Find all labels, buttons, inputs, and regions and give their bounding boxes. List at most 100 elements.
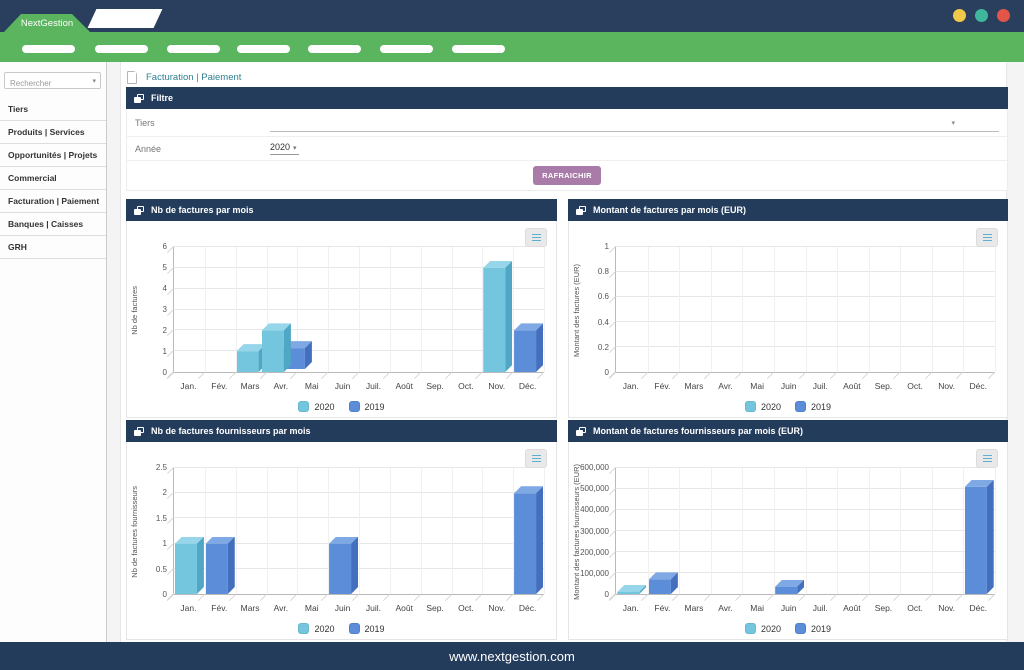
- axis-3d-tick: [862, 372, 869, 379]
- axis-3d-tick: [609, 372, 616, 379]
- refresh-button[interactable]: RAFRAICHIR: [533, 166, 601, 185]
- x-tick-label: Mars: [678, 381, 710, 391]
- axis-3d-tick: [956, 594, 963, 601]
- plot-area: [615, 247, 995, 373]
- bar-2020-Avr.: [262, 323, 291, 372]
- x-tick-label: Nov.: [931, 603, 963, 613]
- nav-pill-6[interactable]: [380, 45, 433, 53]
- chart-menu-button[interactable]: [525, 228, 547, 247]
- nav-pill-5[interactable]: [308, 45, 361, 53]
- chevron-down-icon[interactable]: ▾: [92, 77, 96, 85]
- filter-panel-header: Filtre: [126, 87, 1008, 109]
- gridline-v: [995, 247, 996, 372]
- axis-3d-tick: [830, 594, 837, 601]
- y-tick-label: 1.5: [156, 514, 167, 523]
- filter-row-annee: Année 2020▾: [127, 137, 1007, 161]
- brand-logo[interactable]: NextGestion: [4, 14, 90, 32]
- chart-legend: 2020 2019: [127, 401, 556, 412]
- legend-item-2019[interactable]: 2019: [349, 623, 385, 634]
- x-tick-label: Mai: [296, 603, 327, 613]
- sidebar-item-tiers[interactable]: Tiers: [0, 98, 106, 121]
- gridline-v: [544, 247, 545, 372]
- chart-title: Montant de factures fournisseurs par moi…: [593, 426, 803, 436]
- x-tick-label: Fév.: [647, 381, 679, 391]
- axis-3d-tick: [290, 594, 297, 601]
- legend-item-2019[interactable]: 2019: [795, 623, 831, 634]
- x-tick-label: Juil.: [805, 381, 837, 391]
- y-tick-label: 0.2: [598, 343, 609, 352]
- x-tick-label: Déc.: [962, 603, 994, 613]
- nav-pill-4[interactable]: [237, 45, 290, 53]
- x-tick-label: Juil.: [805, 603, 837, 613]
- gridline-v: [869, 247, 870, 372]
- chart-body: Nb de factures fournisseurs 00.511.522.5…: [126, 442, 557, 640]
- sidebar-item-facturation-paiement[interactable]: Facturation | Paiement: [0, 190, 106, 213]
- axis-3d-tick: [414, 594, 421, 601]
- bar-2020-Jan.: [617, 585, 646, 594]
- sidebar-item-produits-services[interactable]: Produits | Services: [0, 121, 106, 144]
- axis-3d-tick: [735, 372, 742, 379]
- x-tick-label: Jan.: [173, 381, 204, 391]
- document-icon: [127, 71, 137, 84]
- footer-url: www.nextgestion.com: [449, 649, 575, 664]
- x-tick-label: Déc.: [512, 381, 543, 391]
- x-tick-label: Déc.: [512, 603, 543, 613]
- y-tick-label: 1: [163, 347, 167, 356]
- nav-pill-1[interactable]: [22, 45, 75, 53]
- legend-item-2020[interactable]: 2020: [745, 401, 781, 412]
- gridline-v: [995, 468, 996, 594]
- legend-label: 2020: [314, 624, 334, 634]
- gridline-v: [297, 468, 298, 594]
- y-tick-label: 600,000: [580, 463, 609, 472]
- legend-item-2020[interactable]: 2020: [745, 623, 781, 634]
- chart-title: Nb de factures fournisseurs par mois: [151, 426, 311, 436]
- x-tick-label: Déc.: [962, 381, 994, 391]
- x-axis: Jan.Fév.MarsAvr.MaiJuinJuil.AoûtSep.Oct.…: [173, 381, 544, 392]
- chart-title: Nb de factures par mois: [151, 205, 254, 215]
- stack-icon: [576, 206, 586, 215]
- bar-2020-Jan.: [175, 537, 204, 594]
- chart-menu-button[interactable]: [525, 449, 547, 468]
- x-tick-label: Mai: [296, 381, 327, 391]
- legend-label: 2019: [811, 624, 831, 634]
- gridline-v: [328, 247, 329, 372]
- legend-swatch: [795, 401, 806, 412]
- sidebar-item-opportunites-projets[interactable]: Opportunités | Projets: [0, 144, 106, 167]
- x-tick-label: Août: [836, 603, 868, 613]
- x-tick-label: Oct.: [451, 603, 482, 613]
- chart-menu-button[interactable]: [976, 228, 998, 247]
- gridline-v: [711, 468, 712, 594]
- axis-3d-tick: [506, 594, 513, 601]
- legend-swatch: [298, 623, 309, 634]
- x-tick-label: Jan.: [615, 603, 647, 613]
- nav-pill-2[interactable]: [95, 45, 148, 53]
- legend-label: 2019: [365, 402, 385, 412]
- x-tick-label: Juil.: [358, 381, 389, 391]
- filter-body: Tiers ▾ Année 2020▾ RAFRAICHIR: [126, 110, 1008, 191]
- sidebar-item-commercial[interactable]: Commercial: [0, 167, 106, 190]
- tiers-select[interactable]: ▾: [270, 112, 999, 132]
- sidebar-item-grh[interactable]: GRH: [0, 236, 106, 259]
- y-tick-label: 100,000: [580, 569, 609, 578]
- legend-label: 2019: [811, 402, 831, 412]
- legend-item-2020[interactable]: 2020: [298, 401, 334, 412]
- gridline-v: [648, 247, 649, 372]
- nav-pill-3[interactable]: [167, 45, 220, 53]
- axis-3d-tick: [229, 372, 236, 379]
- y-tick-label: 1: [605, 242, 609, 251]
- panel-montant-factures-par-mois: Montant de factures par mois (EUR) Monta…: [568, 199, 1008, 418]
- nav-pill-7[interactable]: [452, 45, 505, 53]
- chart-legend: 2020 2019: [569, 401, 1007, 412]
- chart-menu-button[interactable]: [976, 449, 998, 468]
- y-tick-label: 300,000: [580, 527, 609, 536]
- sidebar-item-banques-caisses[interactable]: Banques | Caisses: [0, 213, 106, 236]
- stack-icon: [134, 427, 144, 436]
- legend-item-2019[interactable]: 2019: [795, 401, 831, 412]
- gridline-v: [742, 468, 743, 594]
- breadcrumb-link[interactable]: Facturation | Paiement: [146, 72, 241, 83]
- axis-3d-tick: [167, 372, 174, 379]
- annee-select[interactable]: 2020▾: [270, 142, 299, 155]
- legend-item-2020[interactable]: 2020: [298, 623, 334, 634]
- search-input[interactable]: [5, 76, 100, 91]
- legend-item-2019[interactable]: 2019: [349, 401, 385, 412]
